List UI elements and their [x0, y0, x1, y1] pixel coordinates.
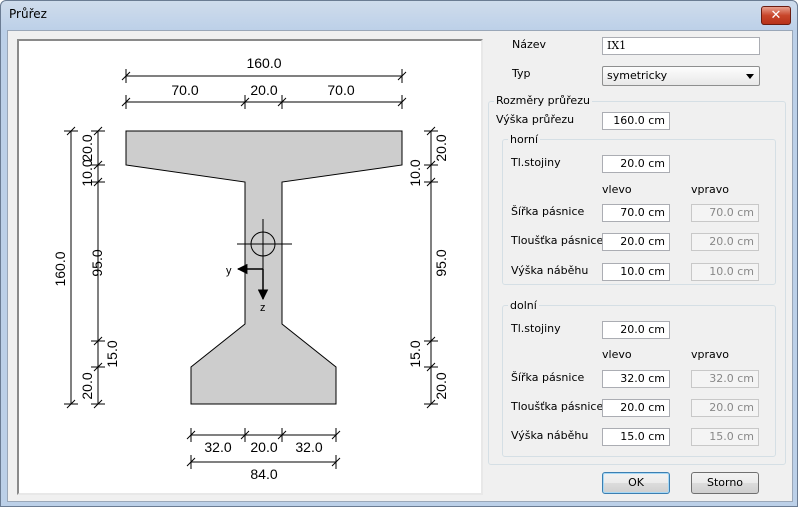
window-title: Průřez	[9, 7, 47, 21]
section-shape	[125, 130, 403, 405]
dim-top-left: 70.0	[171, 82, 198, 98]
dim-left-top-haunch: 10.0	[79, 159, 95, 186]
lower-group-title: dolní	[508, 299, 539, 312]
upper-web-label: Tl.stojiny	[511, 156, 561, 169]
dim-bottom-web: 20.0	[250, 439, 277, 455]
title-bar[interactable]: Průřez ✕	[1, 1, 797, 29]
dim-left-web: 95.0	[89, 249, 105, 276]
lower-left-header: vlevo	[602, 348, 632, 361]
section-drawing: 160.0 70.0 20.0 70.0 32.0 20.0 32.0 84.0…	[17, 39, 483, 495]
dim-right-top-flange: 20.0	[433, 134, 449, 161]
upper-left-header: vlevo	[602, 183, 632, 196]
dim-bottom-left: 32.0	[204, 439, 231, 455]
dim-top-right: 70.0	[327, 82, 354, 98]
type-select[interactable]: symetricky	[602, 66, 760, 86]
ok-button[interactable]: OK	[602, 472, 670, 494]
lower-thick-left-input[interactable]: 20.0 cm	[602, 399, 670, 417]
upper-thick-label: Tloušťka pásnice	[511, 234, 604, 247]
upper-group-title: horní	[508, 133, 541, 146]
axis-y-label: y	[226, 265, 232, 277]
dim-bottom-total: 84.0	[250, 466, 277, 482]
upper-web-input[interactable]: 20.0 cm	[602, 155, 670, 173]
dim-top-web: 20.0	[250, 82, 277, 98]
upper-width-right-input: 70.0 cm	[691, 204, 759, 222]
lower-width-label: Šířka pásnice	[511, 371, 585, 384]
lower-haunch-right-input: 15.0 cm	[691, 428, 759, 446]
lower-width-right-input: 32.0 cm	[691, 370, 759, 388]
upper-haunch-left-input[interactable]: 10.0 cm	[602, 263, 670, 281]
dim-top-total: 160.0	[246, 55, 281, 71]
height-input[interactable]: 160.0 cm	[602, 112, 670, 130]
dialog-window: Průřez ✕ 160.0 70.0 20.0 70.0 32.0 20.0 …	[0, 0, 798, 507]
dim-right-bottom-flange: 20.0	[433, 372, 449, 399]
type-select-value: symetricky	[607, 69, 668, 82]
lower-web-input[interactable]: 20.0 cm	[602, 321, 670, 339]
upper-haunch-label: Výška náběhu	[511, 264, 589, 277]
dim-right-top-haunch: 10.0	[407, 159, 423, 186]
dim-bottom-right: 32.0	[295, 439, 322, 455]
close-button[interactable]: ✕	[761, 6, 791, 25]
dim-left-bottom-haunch: 15.0	[104, 340, 120, 367]
type-label: Typ	[512, 67, 531, 80]
lower-thick-label: Tloušťka pásnice	[511, 400, 604, 413]
lower-haunch-label: Výška náběhu	[511, 429, 589, 442]
lower-haunch-left-input[interactable]: 15.0 cm	[602, 428, 670, 446]
upper-width-left-input[interactable]: 70.0 cm	[602, 204, 670, 222]
chevron-down-icon	[746, 74, 754, 79]
upper-thick-right-input: 20.0 cm	[691, 233, 759, 251]
height-label: Výška průřezu	[496, 113, 575, 126]
lower-thick-right-input: 20.0 cm	[691, 399, 759, 417]
axis-z-label: z	[260, 302, 266, 314]
upper-width-label: Šířka pásnice	[511, 205, 585, 218]
name-label: Název	[512, 38, 547, 51]
lower-web-label: Tl.stojiny	[511, 322, 561, 335]
upper-right-header: vpravo	[691, 183, 729, 196]
name-input[interactable]: IX1	[602, 37, 760, 55]
lower-right-header: vpravo	[691, 348, 729, 361]
dim-right-web: 95.0	[433, 249, 449, 276]
section-svg: 160.0 70.0 20.0 70.0 32.0 20.0 32.0 84.0…	[52, 55, 449, 482]
cancel-button[interactable]: Storno	[691, 472, 759, 494]
dim-left-total: 160.0	[52, 251, 68, 286]
dim-left-top-flange: 20.0	[79, 134, 95, 161]
dialog-client: 160.0 70.0 20.0 70.0 32.0 20.0 32.0 84.0…	[7, 30, 793, 502]
dim-left-bottom-flange: 20.0	[79, 372, 95, 399]
dims-group-title: Rozměry průřezu	[494, 94, 592, 107]
upper-thick-left-input[interactable]: 20.0 cm	[602, 233, 670, 251]
lower-width-left-input[interactable]: 32.0 cm	[602, 370, 670, 388]
upper-haunch-right-input: 10.0 cm	[691, 263, 759, 281]
dim-right-bottom-haunch: 15.0	[407, 340, 423, 367]
